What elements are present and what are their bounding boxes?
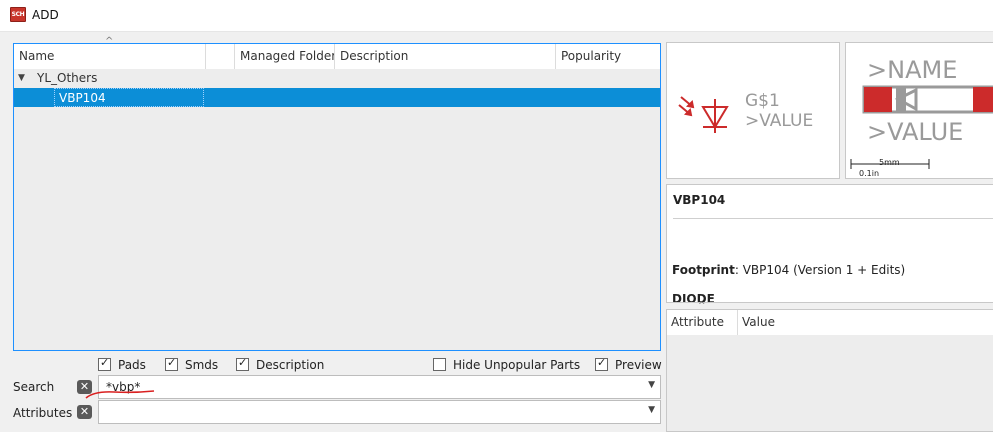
footprint-label: Footprint (672, 263, 735, 277)
hide-unpopular-checkbox[interactable] (433, 358, 446, 371)
footprint-value: : VBP104 (Version 1 + Edits) (734, 263, 906, 277)
clear-attributes-icon[interactable]: ✕ (77, 405, 92, 419)
description-label: Description (256, 358, 325, 372)
footprint-line: Footprint: VBP104 (Version 1 + Edits) (672, 263, 905, 277)
column-header-blank[interactable] (206, 44, 235, 69)
preview-checkbox[interactable] (595, 356, 608, 371)
smds-checkbox[interactable] (165, 356, 178, 371)
chevron-down-icon[interactable]: ▼ (648, 405, 655, 415)
scale-mm: 5mm (879, 158, 900, 167)
description-checkbox[interactable] (236, 356, 249, 371)
attribute-table-header: Attribute Value (667, 310, 993, 335)
column-header-managed-folder[interactable]: Managed Folder (235, 44, 335, 69)
scale-in: 0.1in (859, 169, 880, 178)
part-type: DIODE (672, 292, 715, 303)
search-input[interactable]: *vbp* ▼ (98, 375, 661, 399)
hide-unpopular-label: Hide Unpopular Parts (453, 358, 581, 372)
column-header-popularity[interactable]: Popularity (556, 44, 660, 69)
title-bar: SCH ADD (0, 0, 993, 32)
preview-label: Preview (615, 358, 662, 372)
part-title: VBP104 (673, 193, 726, 207)
search-label: Search (13, 380, 55, 394)
tree-group-row[interactable]: ▼ YL_Others (14, 69, 660, 88)
tree-part-row-selected[interactable]: VBP104 (14, 88, 660, 107)
package-value: >VALUE (867, 118, 964, 146)
collapse-triangle-icon[interactable]: ▼ (18, 69, 25, 88)
column-header-description[interactable]: Description (335, 44, 556, 69)
sort-ascending-icon: ^ (105, 36, 114, 47)
attributes-label: Attributes (13, 406, 73, 420)
column-header-attribute[interactable]: Attribute (667, 310, 738, 335)
attribute-table[interactable]: Attribute Value (666, 309, 993, 432)
symbol-preview: G$1 >VALUE (666, 42, 840, 179)
symbol-name: G$1 (745, 91, 780, 111)
chevron-down-icon[interactable]: ▼ (648, 380, 655, 390)
divider (673, 218, 993, 219)
attributes-input[interactable]: ▼ (98, 400, 661, 424)
red-underline-annotation (85, 390, 155, 399)
library-tree[interactable]: Name Managed Folder Description Populari… (13, 36, 661, 351)
library-name: YL_Others (37, 71, 98, 85)
package-footprint (850, 85, 993, 169)
column-header-value[interactable]: Value (738, 310, 993, 335)
package-preview: >NAME >VALUE 5mm 0.1in (845, 42, 993, 179)
pads-label: Pads (118, 358, 146, 372)
column-header-name[interactable]: Name (14, 44, 206, 69)
part-info-panel: VBP104 Footprint: VBP104 (Version 1 + Ed… (666, 184, 993, 303)
smds-label: Smds (185, 358, 219, 372)
tree-header: Name Managed Folder Description Populari… (14, 36, 660, 69)
symbol-value: >VALUE (745, 111, 814, 131)
app-icon: SCH (10, 7, 26, 22)
pads-checkbox[interactable] (98, 356, 111, 371)
part-name: VBP104 (54, 88, 204, 107)
window-title: ADD (32, 8, 59, 22)
